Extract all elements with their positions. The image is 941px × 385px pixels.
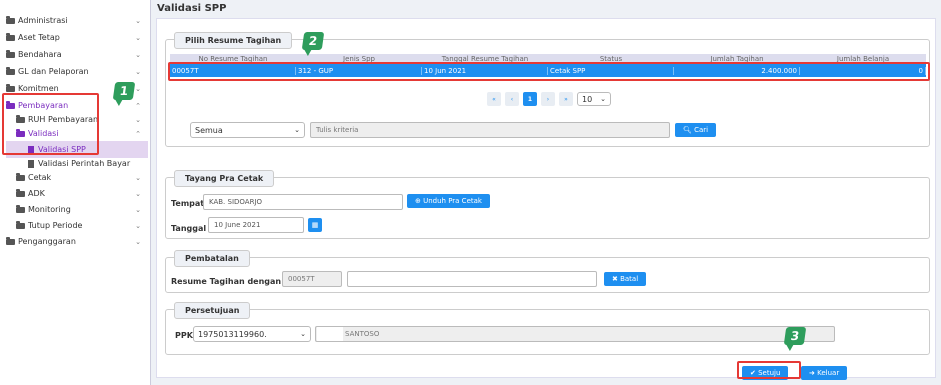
tempat-label: Tempat: [171, 199, 205, 208]
tayang-legend: Tayang Pra Cetak: [174, 170, 275, 187]
exit-icon: ➜: [809, 369, 818, 377]
folder-icon: [6, 66, 15, 75]
step-marker-1: 1: [112, 82, 136, 100]
ppk-select[interactable]: 1975013119960. ⌄: [193, 326, 311, 342]
ppk-label: PPK: [175, 331, 193, 340]
page-size-value: 10: [582, 94, 593, 104]
folder-icon: [16, 220, 25, 229]
keluar-button-label: Keluar: [817, 369, 840, 377]
chevron-up-icon: ⌃: [135, 129, 141, 138]
step-marker-2: 2: [301, 32, 325, 50]
sidebar-item-bendahara[interactable]: Bendahara ⌄: [6, 46, 141, 63]
sidebar-item-label: Bendahara: [18, 50, 62, 59]
next-page-button[interactable]: ›: [541, 92, 555, 106]
tanggal-input[interactable]: 10 June 2021: [208, 217, 304, 233]
sidebar-item-tutup-periode[interactable]: Tutup Periode ⌄: [16, 217, 141, 234]
ppk-value: 1975013119960.: [198, 329, 267, 339]
resume-tagihan-legend: Pilih Resume Tagihan: [174, 32, 293, 49]
folder-icon: [6, 83, 15, 92]
close-icon: ✖: [612, 275, 621, 283]
sidebar-item-label: Administrasi: [18, 16, 68, 25]
sidebar-item-administrasi[interactable]: Administrasi ⌄: [6, 12, 141, 29]
sidebar-item-penganggaran[interactable]: Penganggaran ⌄: [6, 233, 141, 250]
sidebar-item-label: GL dan Pelaporan: [18, 67, 89, 76]
sidebar-item-label: Cetak: [28, 173, 52, 182]
chevron-down-icon: ⌄: [135, 189, 141, 198]
sidebar-item-cetak[interactable]: Cetak ⌄: [16, 169, 141, 186]
tanggal-label: Tanggal: [171, 224, 207, 233]
search-button[interactable]: 🔍︎ Cari: [675, 123, 717, 137]
chevron-down-icon: ⌄: [135, 205, 141, 214]
chevron-down-icon: ⌄: [135, 33, 141, 42]
folder-icon: [6, 32, 15, 41]
chevron-down-icon: ⌄: [135, 237, 141, 246]
chevron-down-icon: ⌄: [135, 67, 141, 76]
sidebar-item-label: Tutup Periode: [28, 221, 83, 230]
main-panel: Validasi SPP Pilih Resume Tagihan No Res…: [150, 0, 941, 385]
page-1-button[interactable]: 1: [523, 92, 537, 106]
first-page-button[interactable]: «: [487, 92, 501, 106]
search-button-label: Cari: [694, 126, 709, 134]
chevron-down-icon: ⌄: [300, 330, 306, 338]
chevron-down-icon: ⌄: [135, 221, 141, 230]
chevron-up-icon: ⌃: [135, 101, 141, 110]
chevron-down-icon: ⌄: [135, 84, 141, 93]
chevron-down-icon: ⌄: [135, 16, 141, 25]
highlight-box-setuju: [737, 361, 801, 379]
resume-tagihan-no-label: Resume Tagihan dengan No: [171, 277, 297, 286]
chevron-down-icon: ⌄: [600, 95, 606, 103]
search-input[interactable]: Tulis kriteria: [310, 122, 670, 138]
folder-icon: [16, 204, 25, 213]
content-box: Pilih Resume Tagihan No Resume Tagihan J…: [156, 18, 936, 380]
sidebar-item-monitoring[interactable]: Monitoring ⌄: [16, 201, 141, 218]
batal-button[interactable]: ✖ Batal: [604, 272, 647, 286]
sidebar-item-label: Komitmen: [18, 84, 59, 93]
calendar-icon[interactable]: ▦: [308, 218, 322, 232]
unduh-pra-cetak-button[interactable]: ⊕ Unduh Pra Cetak: [407, 194, 490, 208]
chevron-down-icon: ⌄: [294, 126, 300, 134]
tempat-input[interactable]: KAB. SIDOARJO: [203, 194, 403, 210]
filter-value: Semua: [195, 125, 223, 135]
sidebar: Administrasi ⌄ Aset Tetap ⌄ Bendahara ⌄ …: [0, 0, 150, 385]
download-icon: ⊕: [415, 197, 424, 205]
filter-select[interactable]: Semua ⌄: [190, 122, 305, 138]
pagination: « ‹ 1 › » 10 ⌄: [487, 92, 611, 106]
sidebar-item-label: Monitoring: [28, 205, 71, 214]
resume-no-input: 00057T: [282, 271, 342, 287]
page-size-select[interactable]: 10 ⌄: [577, 92, 611, 106]
folder-icon: [16, 188, 25, 197]
ppk-name-spacer: [317, 327, 343, 341]
search-icon: 🔍︎: [683, 126, 695, 134]
highlight-box-menu: [2, 93, 99, 155]
pembatalan-reason-input[interactable]: [347, 271, 597, 287]
step-marker-3: 3: [783, 327, 807, 345]
keluar-button[interactable]: ➜ Keluar: [801, 366, 848, 380]
sidebar-item-adk[interactable]: ADK ⌄: [16, 185, 141, 202]
folder-icon: [6, 236, 15, 245]
page-title: Validasi SPP: [157, 3, 227, 14]
sidebar-item-aset-tetap[interactable]: Aset Tetap ⌄: [6, 29, 141, 46]
folder-icon: [6, 49, 15, 58]
folder-icon: [16, 172, 25, 181]
sidebar-item-label: Aset Tetap: [18, 33, 60, 42]
sidebar-item-label: Penganggaran: [18, 237, 76, 246]
chevron-down-icon: ⌄: [135, 50, 141, 59]
sidebar-item-gl-pelaporan[interactable]: GL dan Pelaporan ⌄: [6, 63, 141, 80]
document-icon: [28, 159, 34, 168]
sidebar-item-label: Validasi Perintah Bayar: [38, 159, 131, 168]
ppk-name: SANTOSO: [345, 330, 380, 338]
unduh-button-label: Unduh Pra Cetak: [423, 197, 482, 205]
chevron-down-icon: ⌄: [135, 173, 141, 182]
highlight-box-row: [168, 62, 930, 81]
folder-icon: [6, 15, 15, 24]
sidebar-item-label: ADK: [28, 189, 45, 198]
ppk-name-field: SANTOSO: [315, 326, 835, 342]
last-page-button[interactable]: »: [559, 92, 573, 106]
pembatalan-legend: Pembatalan: [174, 250, 250, 267]
batal-button-label: Batal: [620, 275, 639, 283]
persetujuan-legend: Persetujuan: [174, 302, 251, 319]
prev-page-button[interactable]: ‹: [505, 92, 519, 106]
chevron-down-icon: ⌄: [135, 115, 141, 124]
